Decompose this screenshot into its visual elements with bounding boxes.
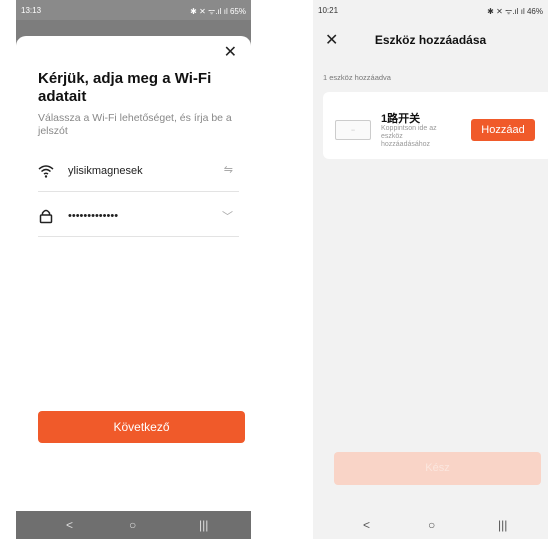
wifi-setup-screen: 13:13 ✱ ✕ ᯤ.ıl ıl 65% ✕ Kérjük, adja meg… bbox=[16, 0, 251, 539]
page-title: Eszköz hozzáadása bbox=[374, 33, 487, 47]
device-thumbnail: ▪ ▪ bbox=[335, 120, 371, 140]
wifi-sheet: ✕ Kérjük, adja meg a Wi-Fi adatait Válas… bbox=[16, 36, 251, 511]
wifi-icon bbox=[38, 165, 54, 178]
lock-icon bbox=[39, 209, 53, 224]
device-card[interactable]: ▪ ▪ 1路开关 Koppintson ide az eszköz hozzáa… bbox=[323, 92, 548, 159]
close-icon[interactable]: ✕ bbox=[224, 42, 237, 62]
next-button[interactable]: Következő bbox=[38, 411, 245, 443]
back-nav-icon[interactable]: < bbox=[66, 518, 73, 532]
header: ✕ Eszköz hozzáadása bbox=[313, 24, 548, 54]
home-nav-icon[interactable]: ○ bbox=[129, 518, 136, 532]
wifi-password-field[interactable]: ••••••••••••• ﹀ bbox=[38, 198, 239, 237]
swap-icon[interactable]: ⇋ bbox=[224, 163, 233, 176]
device-name: 1路开关 bbox=[381, 113, 421, 125]
navigation-bar: < ○ ||| bbox=[16, 511, 251, 539]
device-hint: Koppintson ide az eszköz hozzáadásához bbox=[381, 125, 437, 148]
status-time: 13:13 bbox=[21, 6, 42, 15]
wifi-ssid-field[interactable]: ylisikmagnesek ⇋ bbox=[38, 153, 239, 192]
status-time: 10:21 bbox=[318, 6, 339, 15]
home-nav-icon[interactable]: ○ bbox=[428, 518, 435, 532]
sheet-subtitle: Válassza a Wi-Fi lehetőséget, és írja be… bbox=[38, 112, 232, 137]
wifi-ssid-value: ylisikmagnesek bbox=[68, 165, 143, 177]
status-icons: ✱ ✕ ᯤ.ıl ıl 65% bbox=[190, 7, 246, 16]
chevron-down-icon[interactable]: ﹀ bbox=[222, 208, 233, 224]
status-icons: ✱ ✕ ᯤ.ıl ıl 46% bbox=[487, 7, 543, 16]
status-bar: 13:13 ✱ ✕ ᯤ.ıl ıl 65% bbox=[16, 0, 251, 20]
status-bar: 10:21 ✱ ✕ ᯤ.ıl ıl 46% bbox=[313, 0, 548, 20]
recent-apps-icon[interactable]: ||| bbox=[199, 518, 208, 532]
done-button[interactable]: Kész bbox=[334, 452, 541, 485]
back-nav-icon[interactable]: < bbox=[363, 518, 370, 532]
device-count: 1 eszköz hozzáadva bbox=[323, 73, 391, 82]
add-device-button[interactable]: Hozzáad bbox=[471, 119, 535, 141]
wifi-password-value: ••••••••••••• bbox=[68, 210, 119, 222]
sheet-title: Kérjük, adja meg a Wi-Fi adatait bbox=[38, 70, 212, 105]
recent-apps-icon[interactable]: ||| bbox=[498, 518, 507, 532]
navigation-bar: < ○ ||| bbox=[313, 511, 548, 539]
add-device-screen: 10:21 ✱ ✕ ᯤ.ıl ıl 46% ✕ Eszköz hozzáadás… bbox=[313, 0, 548, 539]
